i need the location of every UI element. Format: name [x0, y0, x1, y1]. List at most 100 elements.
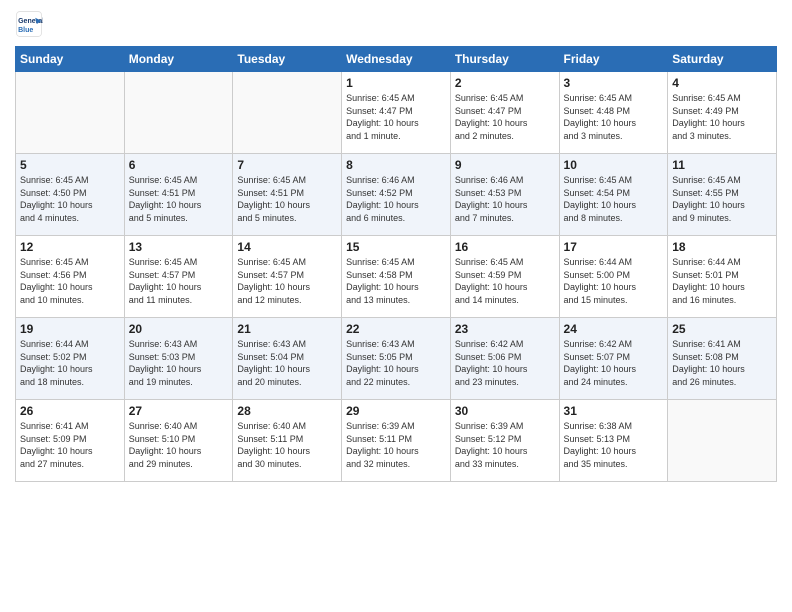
calendar-cell: 19 Sunrise: 6:44 AM Sunset: 5:02 PM Dayli…	[16, 318, 125, 400]
calendar-header-row: SundayMondayTuesdayWednesdayThursdayFrid…	[16, 47, 777, 72]
day-header-wednesday: Wednesday	[342, 47, 451, 72]
calendar-cell: 18 Sunrise: 6:44 AM Sunset: 5:01 PM Dayli…	[668, 236, 777, 318]
day-number: 19	[20, 322, 120, 336]
day-info: Sunrise: 6:45 AM Sunset: 4:57 PM Dayligh…	[237, 256, 337, 306]
day-number: 22	[346, 322, 446, 336]
day-info: Sunrise: 6:40 AM Sunset: 5:11 PM Dayligh…	[237, 420, 337, 470]
calendar-cell: 20 Sunrise: 6:43 AM Sunset: 5:03 PM Dayli…	[124, 318, 233, 400]
calendar-week-3: 12Sunrise: 6:45 AM Sunset: 4:56 PM Dayli…	[16, 236, 777, 318]
day-info: Sunrise: 6:45 AM Sunset: 4:51 PM Dayligh…	[237, 174, 337, 224]
svg-text:Blue: Blue	[18, 27, 33, 34]
calendar-cell: 29 Sunrise: 6:39 AM Sunset: 5:11 PM Dayli…	[342, 400, 451, 482]
day-info: Sunrise: 6:39 AM Sunset: 5:12 PM Dayligh…	[455, 420, 555, 470]
calendar-cell: 28 Sunrise: 6:40 AM Sunset: 5:11 PM Dayli…	[233, 400, 342, 482]
calendar-cell: 27Sunrise: 6:40 AM Sunset: 5:10 PM Dayli…	[124, 400, 233, 482]
day-info: Sunrise: 6:45 AM Sunset: 4:51 PM Dayligh…	[129, 174, 229, 224]
calendar-cell	[233, 72, 342, 154]
calendar-table: SundayMondayTuesdayWednesdayThursdayFrid…	[15, 46, 777, 482]
day-info: Sunrise: 6:45 AM Sunset: 4:49 PM Dayligh…	[672, 92, 772, 142]
calendar-cell: 16 Sunrise: 6:45 AM Sunset: 4:59 PM Dayli…	[450, 236, 559, 318]
day-number: 2	[455, 76, 555, 90]
day-info: Sunrise: 6:43 AM Sunset: 5:03 PM Dayligh…	[129, 338, 229, 388]
day-info: Sunrise: 6:45 AM Sunset: 4:47 PM Dayligh…	[346, 92, 446, 142]
page: General Blue SundayMondayTuesdayWednesda…	[0, 0, 792, 612]
day-number: 12	[20, 240, 120, 254]
day-number: 15	[346, 240, 446, 254]
day-info: Sunrise: 6:45 AM Sunset: 4:55 PM Dayligh…	[672, 174, 772, 224]
calendar-cell: 15 Sunrise: 6:45 AM Sunset: 4:58 PM Dayli…	[342, 236, 451, 318]
day-info: Sunrise: 6:44 AM Sunset: 5:01 PM Dayligh…	[672, 256, 772, 306]
day-number: 16	[455, 240, 555, 254]
day-number: 5	[20, 158, 120, 172]
day-number: 8	[346, 158, 446, 172]
calendar-cell	[668, 400, 777, 482]
day-number: 7	[237, 158, 337, 172]
calendar-cell: 8 Sunrise: 6:46 AM Sunset: 4:52 PM Daylig…	[342, 154, 451, 236]
day-info: Sunrise: 6:42 AM Sunset: 5:06 PM Dayligh…	[455, 338, 555, 388]
day-info: Sunrise: 6:45 AM Sunset: 4:59 PM Dayligh…	[455, 256, 555, 306]
day-info: Sunrise: 6:42 AM Sunset: 5:07 PM Dayligh…	[564, 338, 664, 388]
day-header-monday: Monday	[124, 47, 233, 72]
day-number: 27	[129, 404, 229, 418]
header: General Blue	[15, 10, 777, 38]
day-info: Sunrise: 6:44 AM Sunset: 5:02 PM Dayligh…	[20, 338, 120, 388]
day-info: Sunrise: 6:45 AM Sunset: 4:58 PM Dayligh…	[346, 256, 446, 306]
day-number: 30	[455, 404, 555, 418]
day-number: 3	[564, 76, 664, 90]
calendar-cell: 22 Sunrise: 6:43 AM Sunset: 5:05 PM Dayli…	[342, 318, 451, 400]
day-number: 24	[564, 322, 664, 336]
day-number: 6	[129, 158, 229, 172]
day-info: Sunrise: 6:46 AM Sunset: 4:53 PM Dayligh…	[455, 174, 555, 224]
calendar-week-2: 5 Sunrise: 6:45 AM Sunset: 4:50 PM Daylig…	[16, 154, 777, 236]
day-number: 29	[346, 404, 446, 418]
calendar-cell: 7 Sunrise: 6:45 AM Sunset: 4:51 PM Daylig…	[233, 154, 342, 236]
day-number: 1	[346, 76, 446, 90]
calendar-cell: 25Sunrise: 6:41 AM Sunset: 5:08 PM Dayli…	[668, 318, 777, 400]
calendar-week-4: 19 Sunrise: 6:44 AM Sunset: 5:02 PM Dayli…	[16, 318, 777, 400]
day-info: Sunrise: 6:41 AM Sunset: 5:08 PM Dayligh…	[672, 338, 772, 388]
calendar-cell: 9Sunrise: 6:46 AM Sunset: 4:53 PM Daylig…	[450, 154, 559, 236]
day-header-friday: Friday	[559, 47, 668, 72]
calendar-cell: 24 Sunrise: 6:42 AM Sunset: 5:07 PM Dayli…	[559, 318, 668, 400]
day-info: Sunrise: 6:45 AM Sunset: 4:47 PM Dayligh…	[455, 92, 555, 142]
logo: General Blue	[15, 10, 47, 38]
day-info: Sunrise: 6:45 AM Sunset: 4:50 PM Dayligh…	[20, 174, 120, 224]
day-info: Sunrise: 6:39 AM Sunset: 5:11 PM Dayligh…	[346, 420, 446, 470]
day-number: 17	[564, 240, 664, 254]
day-header-sunday: Sunday	[16, 47, 125, 72]
calendar-cell: 5 Sunrise: 6:45 AM Sunset: 4:50 PM Daylig…	[16, 154, 125, 236]
day-number: 13	[129, 240, 229, 254]
logo-icon: General Blue	[15, 10, 43, 38]
calendar-cell: 30 Sunrise: 6:39 AM Sunset: 5:12 PM Dayli…	[450, 400, 559, 482]
calendar-cell: 13 Sunrise: 6:45 AM Sunset: 4:57 PM Dayli…	[124, 236, 233, 318]
day-info: Sunrise: 6:45 AM Sunset: 4:57 PM Dayligh…	[129, 256, 229, 306]
calendar-cell: 4 Sunrise: 6:45 AM Sunset: 4:49 PM Daylig…	[668, 72, 777, 154]
calendar-cell: 6 Sunrise: 6:45 AM Sunset: 4:51 PM Daylig…	[124, 154, 233, 236]
day-number: 28	[237, 404, 337, 418]
day-header-tuesday: Tuesday	[233, 47, 342, 72]
calendar-week-1: 1 Sunrise: 6:45 AM Sunset: 4:47 PM Daylig…	[16, 72, 777, 154]
calendar-cell: 21Sunrise: 6:43 AM Sunset: 5:04 PM Dayli…	[233, 318, 342, 400]
day-number: 11	[672, 158, 772, 172]
calendar-cell: 3Sunrise: 6:45 AM Sunset: 4:48 PM Daylig…	[559, 72, 668, 154]
day-info: Sunrise: 6:43 AM Sunset: 5:05 PM Dayligh…	[346, 338, 446, 388]
calendar-cell: 11 Sunrise: 6:45 AM Sunset: 4:55 PM Dayli…	[668, 154, 777, 236]
calendar-cell: 12Sunrise: 6:45 AM Sunset: 4:56 PM Dayli…	[16, 236, 125, 318]
day-header-thursday: Thursday	[450, 47, 559, 72]
calendar-cell: 26 Sunrise: 6:41 AM Sunset: 5:09 PM Dayli…	[16, 400, 125, 482]
day-number: 31	[564, 404, 664, 418]
day-info: Sunrise: 6:44 AM Sunset: 5:00 PM Dayligh…	[564, 256, 664, 306]
day-number: 23	[455, 322, 555, 336]
day-info: Sunrise: 6:38 AM Sunset: 5:13 PM Dayligh…	[564, 420, 664, 470]
day-info: Sunrise: 6:46 AM Sunset: 4:52 PM Dayligh…	[346, 174, 446, 224]
day-header-saturday: Saturday	[668, 47, 777, 72]
day-number: 10	[564, 158, 664, 172]
day-number: 18	[672, 240, 772, 254]
calendar-cell: 31 Sunrise: 6:38 AM Sunset: 5:13 PM Dayli…	[559, 400, 668, 482]
day-number: 20	[129, 322, 229, 336]
day-info: Sunrise: 6:41 AM Sunset: 5:09 PM Dayligh…	[20, 420, 120, 470]
calendar-cell: 23 Sunrise: 6:42 AM Sunset: 5:06 PM Dayli…	[450, 318, 559, 400]
calendar-cell: 2 Sunrise: 6:45 AM Sunset: 4:47 PM Daylig…	[450, 72, 559, 154]
day-number: 4	[672, 76, 772, 90]
day-number: 26	[20, 404, 120, 418]
